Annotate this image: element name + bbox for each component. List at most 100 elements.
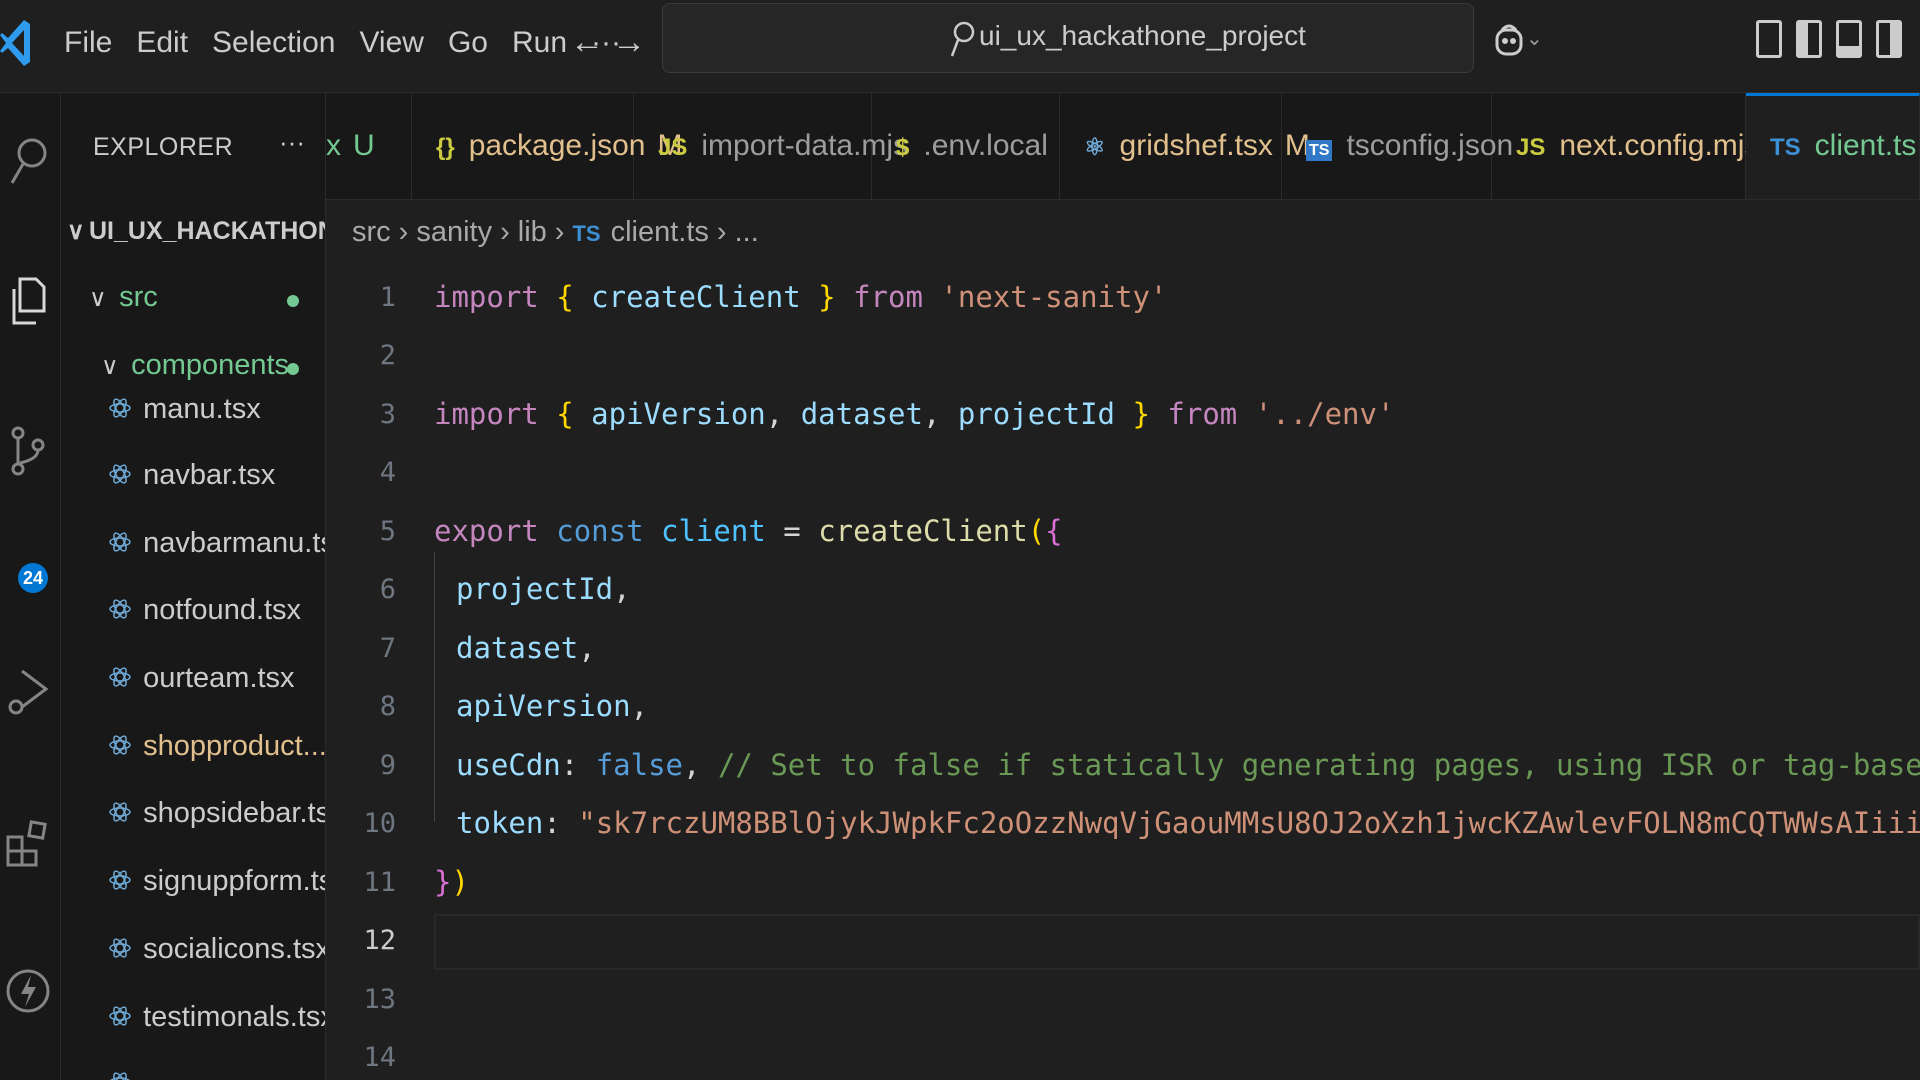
customize-layout-icon[interactable] bbox=[1756, 20, 1782, 58]
run-and-debug-icon[interactable] bbox=[4, 663, 52, 719]
tab-tsconfig[interactable]: TS tsconfig.json bbox=[1282, 93, 1513, 199]
file-item[interactable]: ourteam.tsx bbox=[109, 662, 295, 696]
breadcrumb-client-ts[interactable]: client.ts bbox=[611, 216, 709, 248]
explorer-files-icon[interactable] bbox=[4, 273, 52, 329]
typescript-icon: TS bbox=[572, 221, 601, 246]
menu-view[interactable]: View bbox=[347, 18, 435, 68]
current-line-highlight bbox=[434, 914, 1920, 970]
file-item[interactable]: signuppform.tsx bbox=[109, 865, 325, 899]
breadcrumb-sanity[interactable]: sanity bbox=[416, 216, 492, 248]
line-number: 1 bbox=[379, 282, 396, 313]
line-number: 13 bbox=[363, 984, 396, 1015]
menu-selection[interactable]: Selection bbox=[200, 18, 347, 68]
file-item[interactable]: navbar.tsx bbox=[109, 459, 275, 493]
tsconfig-icon: TS bbox=[1306, 140, 1333, 161]
code-line-5: export const client = createClient({ bbox=[434, 514, 1063, 548]
activity-bar: 24 bbox=[0, 93, 61, 1080]
tab-package-json[interactable]: {} package.json M bbox=[412, 93, 682, 199]
line-number: 9 bbox=[379, 750, 396, 781]
breadcrumb-src[interactable]: src bbox=[352, 216, 391, 248]
breadcrumb-lib[interactable]: lib bbox=[518, 216, 547, 248]
toggle-panel-icon[interactable] bbox=[1836, 20, 1862, 58]
code-line-9: useCdn: false, // Set to false if static… bbox=[456, 748, 1920, 782]
chevron-down-icon[interactable]: ⌄ bbox=[1526, 26, 1543, 51]
menu-edit[interactable]: Edit bbox=[124, 18, 200, 68]
file-item[interactable]: testimonals.tsx bbox=[109, 1001, 325, 1035]
indent-guide bbox=[434, 552, 435, 822]
source-control-icon[interactable] bbox=[4, 423, 52, 479]
react-icon bbox=[109, 934, 135, 967]
project-folder[interactable]: ∨UI_UX_HACKATHONE_PRO... bbox=[67, 217, 325, 246]
line-number-current: 12 bbox=[363, 925, 396, 956]
react-icon bbox=[109, 528, 135, 561]
folder-components[interactable]: ∨ components bbox=[101, 349, 289, 382]
file-item[interactable] bbox=[109, 1067, 135, 1080]
copilot-icon[interactable] bbox=[1494, 20, 1524, 60]
menu-go[interactable]: Go bbox=[436, 18, 500, 68]
more-actions-icon[interactable]: ··· bbox=[279, 127, 305, 158]
extensions-icon[interactable] bbox=[4, 813, 52, 869]
code-line-6: projectId, bbox=[456, 572, 631, 606]
editor-tab-bar: xU {} package.json M JS import-data.mjs $ .e… bbox=[326, 93, 1920, 200]
line-number: 3 bbox=[379, 399, 396, 430]
tab-gridshef[interactable]: ⚛ gridshef.tsx M bbox=[1060, 93, 1310, 199]
line-number: 5 bbox=[379, 516, 396, 547]
react-icon bbox=[109, 1068, 135, 1080]
tab-env-local[interactable]: $ .env.local bbox=[872, 93, 1060, 199]
chevron-right-icon: › bbox=[554, 216, 565, 248]
breadcrumb-symbols[interactable]: ... bbox=[735, 216, 759, 248]
menu-file[interactable]: File bbox=[52, 18, 124, 68]
lightning-icon[interactable] bbox=[4, 963, 52, 1019]
explorer-title: EXPLORER bbox=[93, 133, 234, 161]
vscode-logo-icon bbox=[0, 20, 30, 66]
tab-import-data[interactable]: JS import-data.mjs bbox=[634, 93, 908, 199]
code-editor[interactable]: 1 2 3 4 5 6 7 8 9 10 11 12 13 14 import … bbox=[326, 262, 1920, 1080]
line-number: 8 bbox=[379, 691, 396, 722]
react-icon bbox=[109, 663, 135, 696]
forward-arrow-icon[interactable]: → bbox=[612, 22, 646, 62]
search-icon[interactable] bbox=[4, 133, 52, 189]
react-icon bbox=[109, 731, 135, 764]
toggle-secondary-sidebar-icon[interactable] bbox=[1876, 20, 1902, 58]
file-item-modified[interactable]: shopproduct....M bbox=[109, 730, 325, 764]
code-line-7: dataset, bbox=[456, 631, 596, 665]
code-line-11: }) bbox=[434, 865, 469, 899]
chevron-down-icon: ∨ bbox=[67, 218, 85, 245]
file-item[interactable]: manu.tsx bbox=[109, 393, 261, 427]
tab-next-config[interactable]: JSnext.config.mjsM bbox=[1492, 93, 1796, 199]
line-number: 10 bbox=[363, 808, 396, 839]
code-line-3: import { apiVersion, dataset, projectId … bbox=[434, 397, 1395, 431]
line-number: 7 bbox=[379, 633, 396, 664]
code-line-1: import { createClient } from 'next-sanit… bbox=[434, 280, 1168, 314]
json-icon: {} bbox=[436, 134, 455, 161]
command-center-search[interactable]: ui_ux_hackathone_project bbox=[662, 3, 1474, 73]
chevron-right-icon: › bbox=[500, 216, 510, 248]
file-item[interactable]: shopsidebar.tsx bbox=[109, 797, 325, 831]
menu-run[interactable]: Run bbox=[500, 18, 579, 68]
line-number: 14 bbox=[363, 1042, 396, 1073]
code-line-8: apiVersion, bbox=[456, 689, 649, 723]
env-icon: $ bbox=[896, 134, 910, 161]
code-line-10: token: "sk7rczUM8BBlOjykJWpkFc2oOzzNwqVj… bbox=[456, 806, 1920, 840]
file-item[interactable]: notfound.tsx bbox=[109, 594, 301, 628]
file-item[interactable]: navbarmanu.tsx bbox=[109, 527, 325, 561]
file-item[interactable]: socialicons.tsx bbox=[109, 933, 325, 967]
react-icon bbox=[109, 394, 135, 427]
menu-bar: File Edit Selection View Go Run ··· bbox=[52, 18, 633, 68]
folder-src[interactable]: ∨ src bbox=[89, 281, 158, 314]
line-number: 6 bbox=[379, 574, 396, 605]
tab-previous-file[interactable]: xU bbox=[326, 93, 412, 199]
react-icon bbox=[109, 798, 135, 831]
modified-dot bbox=[287, 363, 299, 375]
modified-dot bbox=[287, 295, 299, 307]
chevron-down-icon: ∨ bbox=[101, 353, 119, 380]
breadcrumb: src › sanity › lib › TS client.ts ›... bbox=[352, 216, 759, 249]
back-arrow-icon[interactable]: ← bbox=[570, 22, 604, 62]
toggle-primary-sidebar-icon[interactable] bbox=[1796, 20, 1822, 58]
explorer-sidebar: EXPLORER ··· ∨UI_UX_HACKATHONE_PRO... ∨ … bbox=[61, 93, 326, 1080]
react-icon bbox=[109, 460, 135, 493]
command-center-label: ui_ux_hackathone_project bbox=[979, 20, 1306, 51]
tab-client-ts[interactable]: TSclient.tsU bbox=[1746, 93, 1920, 199]
chevron-down-icon: ∨ bbox=[89, 285, 107, 312]
line-number: 11 bbox=[363, 867, 396, 898]
